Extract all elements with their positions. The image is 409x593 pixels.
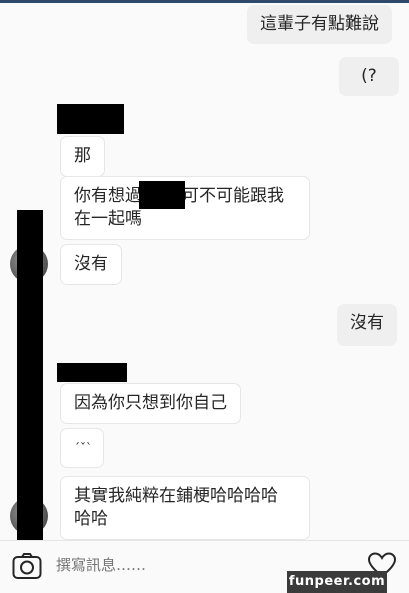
redacted-name-inline: [139, 181, 185, 209]
top-status-line: [0, 0, 409, 3]
message-text: 那: [74, 146, 91, 166]
message-bubble-incoming-3[interactable]: 沒有: [60, 244, 122, 285]
message-text-line1b: 可不可能跟我: [182, 186, 284, 206]
message-bubble-outgoing-3[interactable]: 沒有: [337, 304, 397, 346]
message-bubble-outgoing-2[interactable]: (?: [339, 57, 399, 96]
message-input[interactable]: [56, 556, 256, 574]
redacted-vertical-bar: [17, 210, 43, 540]
message-text: 沒有: [350, 313, 384, 333]
message-text-line1: 其實我純粹在鋪梗哈哈哈哈: [74, 486, 278, 506]
message-text: 這輩子有點難說: [260, 14, 379, 34]
message-bubble-incoming-6[interactable]: 其實我純粹在鋪梗哈哈哈哈 哈哈: [60, 476, 310, 540]
message-text-line2: 在一起嗎: [74, 209, 142, 229]
camera-icon[interactable]: [12, 552, 42, 580]
message-bubble-incoming-4[interactable]: 因為你只想到你自己: [60, 383, 241, 424]
message-bubble-outgoing-1[interactable]: 這輩子有點難說: [247, 5, 392, 44]
message-text: (?: [361, 66, 377, 86]
message-bubble-incoming-2[interactable]: 你有想過 可不可能跟我 在一起嗎: [60, 176, 310, 240]
message-bubble-incoming-1[interactable]: 那: [60, 136, 105, 177]
message-text-line2: 哈哈: [74, 509, 108, 529]
redacted-sender-name: [57, 104, 124, 134]
message-text-line1: 你有想過: [74, 186, 142, 206]
message-text: 因為你只想到你自己: [74, 393, 227, 413]
watermark: funpeer.com: [287, 571, 387, 593]
message-text: 沒有: [74, 254, 108, 274]
message-text: ˊˇˋ: [74, 441, 92, 455]
redacted-sender-name-2: [57, 363, 127, 382]
message-bubble-incoming-5[interactable]: ˊˇˋ: [60, 428, 104, 468]
